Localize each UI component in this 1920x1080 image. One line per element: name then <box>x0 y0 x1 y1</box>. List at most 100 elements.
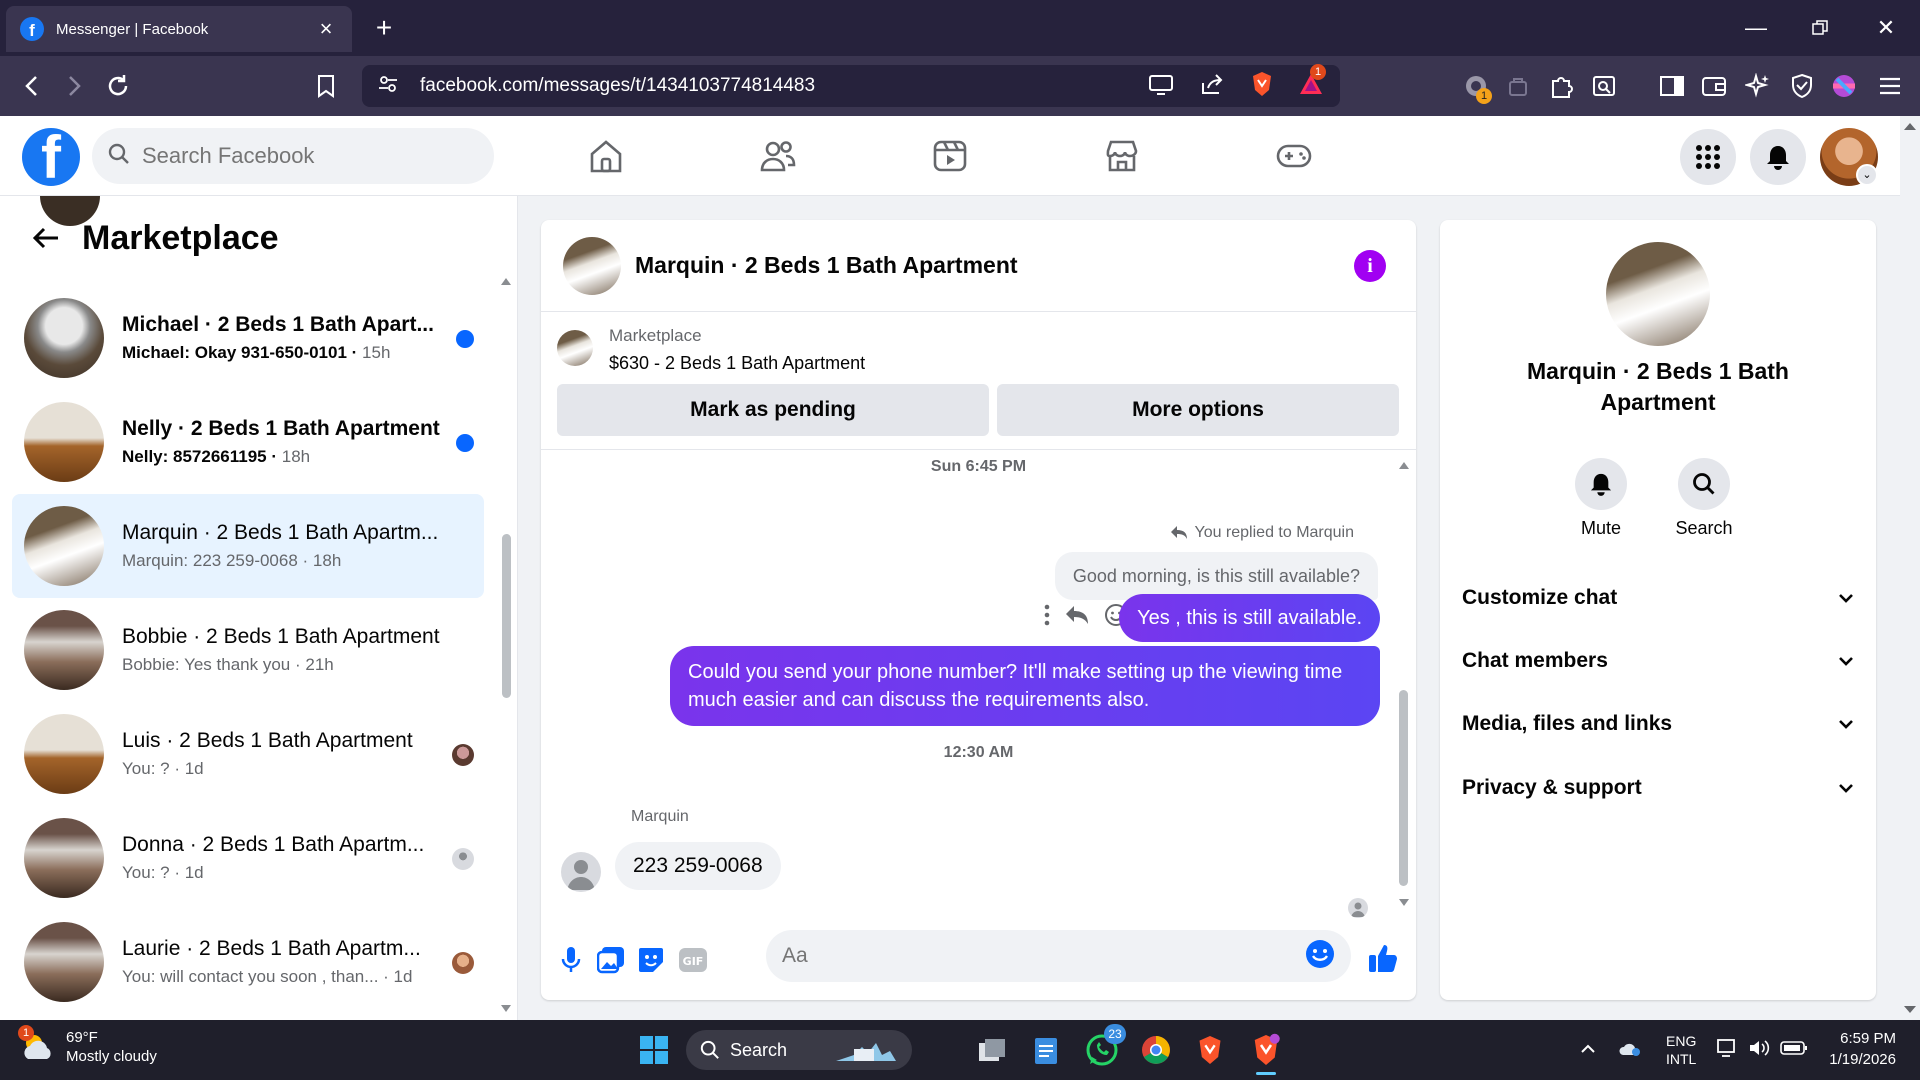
more-options-button[interactable]: More options <box>997 384 1399 436</box>
brave-shields-icon[interactable] <box>1250 71 1274 102</box>
bell-icon[interactable] <box>1575 458 1627 510</box>
section-label: Privacy & support <box>1462 776 1642 799</box>
listing-title[interactable]: $630 - 2 Beds 1 Bath Apartment <box>609 353 865 374</box>
mark-as-pending-button[interactable]: Mark as pending <box>557 384 989 436</box>
brave-rewards-icon[interactable]: 1 <box>1298 63 1326 101</box>
scrollbar-thumb[interactable] <box>502 534 511 698</box>
whatsapp-icon[interactable]: 23 <box>1082 1024 1126 1070</box>
task-view-icon[interactable] <box>972 1030 1012 1070</box>
profile-icon[interactable] <box>1826 68 1862 104</box>
reader-mode-icon[interactable] <box>1586 68 1622 104</box>
marketplace-icon[interactable] <box>1102 136 1142 176</box>
sender-avatar[interactable] <box>561 852 601 892</box>
media-files-links-row[interactable]: Media, files and links <box>1462 702 1854 746</box>
mute-button[interactable]: Mute <box>1556 458 1646 539</box>
start-windows-icon[interactable] <box>634 1030 674 1070</box>
forward-icon[interactable] <box>56 68 92 104</box>
incoming-message[interactable]: 223 259-0068 <box>615 842 781 890</box>
outgoing-message[interactable]: Yes , this is still available. <box>1119 594 1380 642</box>
conversation-item-laurie[interactable]: Laurie · 2 Beds 1 Bath Apartm... You: wi… <box>12 910 484 1014</box>
chevron-up-icon[interactable] <box>1580 1041 1596 1059</box>
thumbs-up-icon[interactable] <box>1365 940 1401 976</box>
conversation-item-marquin[interactable]: Marquin · 2 Beds 1 Bath Apartm... Marqui… <box>12 494 484 598</box>
url-text[interactable]: facebook.com/messages/t/1434103774814483 <box>420 75 1148 97</box>
battery-icon[interactable] <box>1780 1040 1808 1061</box>
more-vertical-icon[interactable] <box>1044 604 1050 631</box>
site-settings-icon[interactable] <box>378 74 398 99</box>
onedrive-icon[interactable] <box>1618 1039 1642 1062</box>
volume-icon[interactable] <box>1748 1038 1770 1063</box>
customize-chat-row[interactable]: Customize chat <box>1462 576 1854 620</box>
microphone-icon[interactable] <box>553 942 589 978</box>
privacy-support-row[interactable]: Privacy & support <box>1462 766 1854 810</box>
extension-vpn-icon[interactable]: 1 <box>1458 68 1494 104</box>
message-input-box[interactable] <box>766 930 1351 982</box>
new-tab-icon[interactable]: + <box>370 12 398 44</box>
notepad-icon[interactable] <box>1026 1030 1066 1070</box>
message-input[interactable] <box>782 944 1305 968</box>
conversation-item-luis[interactable]: Luis · 2 Beds 1 Bath Apartment You: ? · … <box>12 702 484 806</box>
extensions-puzzle-icon[interactable] <box>1544 68 1580 104</box>
chat-avatar-large[interactable] <box>1606 242 1710 346</box>
listing-thumbnail <box>24 298 104 378</box>
video-icon[interactable] <box>930 136 970 176</box>
back-icon[interactable] <box>14 68 50 104</box>
friends-icon[interactable] <box>758 136 798 176</box>
menu-grid-icon[interactable] <box>1680 129 1736 185</box>
address-bar[interactable]: facebook.com/messages/t/1434103774814483… <box>362 63 1340 107</box>
sidebar-icon[interactable] <box>1654 68 1690 104</box>
restore-icon[interactable] <box>1802 10 1838 47</box>
chat-title[interactable]: Marquin · 2 Beds 1 Bath Apartment <box>635 252 1354 279</box>
chat-members-row[interactable]: Chat members <box>1462 639 1854 683</box>
network-icon[interactable] <box>1716 1038 1738 1063</box>
outgoing-message[interactable]: Could you send your phone number? It'll … <box>670 646 1380 726</box>
emoji-icon[interactable] <box>1305 939 1335 974</box>
gaming-icon[interactable] <box>1274 136 1314 176</box>
reply-arrow-icon[interactable] <box>1064 604 1090 631</box>
search-icon <box>700 1040 719 1059</box>
back-arrow-icon[interactable] <box>28 220 64 256</box>
wallet-icon[interactable] <box>1696 68 1732 104</box>
taskbar-search[interactable]: Search <box>686 1030 912 1070</box>
minimize-icon[interactable]: — <box>1738 10 1774 46</box>
system-clock[interactable]: 6:59 PM 1/19/2026 <box>1822 1028 1896 1070</box>
cast-icon[interactable] <box>1148 73 1174 100</box>
keyboard-layout[interactable]: INTL <box>1666 1050 1696 1068</box>
close-window-icon[interactable]: ✕ <box>1868 10 1904 46</box>
brave-active-window-icon[interactable] <box>1246 1030 1286 1075</box>
conversation-item-nelly[interactable]: Nelly · 2 Beds 1 Bath Apartment Nelly: 8… <box>12 390 484 494</box>
facebook-search-box[interactable] <box>92 128 494 184</box>
conversation-item-bobbie[interactable]: Bobbie · 2 Beds 1 Bath Apartment Bobbie:… <box>12 598 484 702</box>
search-icon[interactable] <box>1678 458 1730 510</box>
bookmark-icon[interactable] <box>308 68 344 104</box>
vpn-shield-icon[interactable] <box>1784 68 1820 104</box>
quoted-message[interactable]: Good morning, is this still available? <box>1054 552 1378 600</box>
extension-bag-icon[interactable] <box>1500 68 1536 104</box>
menu-icon[interactable] <box>1872 68 1908 104</box>
sticker-icon[interactable] <box>633 942 669 978</box>
home-icon[interactable] <box>586 136 626 176</box>
browser-tab[interactable]: f Messenger | Facebook × <box>6 6 352 52</box>
tab-close-icon[interactable]: × <box>314 16 338 42</box>
info-icon[interactable]: i <box>1354 249 1386 282</box>
gif-icon[interactable]: GIF <box>675 942 711 978</box>
page-scrollbar[interactable] <box>1900 116 1920 1020</box>
scrollbar-thumb[interactable] <box>1399 690 1408 886</box>
reload-icon[interactable] <box>100 68 136 104</box>
conversation-item-michael[interactable]: Michael · 2 Beds 1 Bath Apart... Michael… <box>12 286 484 390</box>
notifications-bell-icon[interactable] <box>1750 129 1806 185</box>
conversation-item-donna[interactable]: Donna · 2 Beds 1 Bath Apartm... You: ? ·… <box>12 806 484 910</box>
leo-ai-icon[interactable] <box>1740 68 1776 104</box>
photo-attach-icon[interactable] <box>593 942 629 978</box>
facebook-search-input[interactable] <box>142 143 462 169</box>
listing-thumbnail[interactable] <box>557 330 593 366</box>
weather-widget[interactable]: 1 69°F Mostly cloudy <box>18 1025 157 1066</box>
facebook-logo[interactable]: f <box>22 128 80 186</box>
brave-browser-icon[interactable] <box>1190 1030 1230 1070</box>
language-code[interactable]: ENG <box>1666 1032 1696 1050</box>
chevron-down-icon[interactable]: ⌄ <box>1856 164 1878 186</box>
chrome-icon[interactable] <box>1136 1030 1176 1070</box>
chat-avatar[interactable] <box>563 236 621 295</box>
share-icon[interactable] <box>1200 73 1224 100</box>
search-conversation-button[interactable]: Search <box>1659 458 1749 539</box>
